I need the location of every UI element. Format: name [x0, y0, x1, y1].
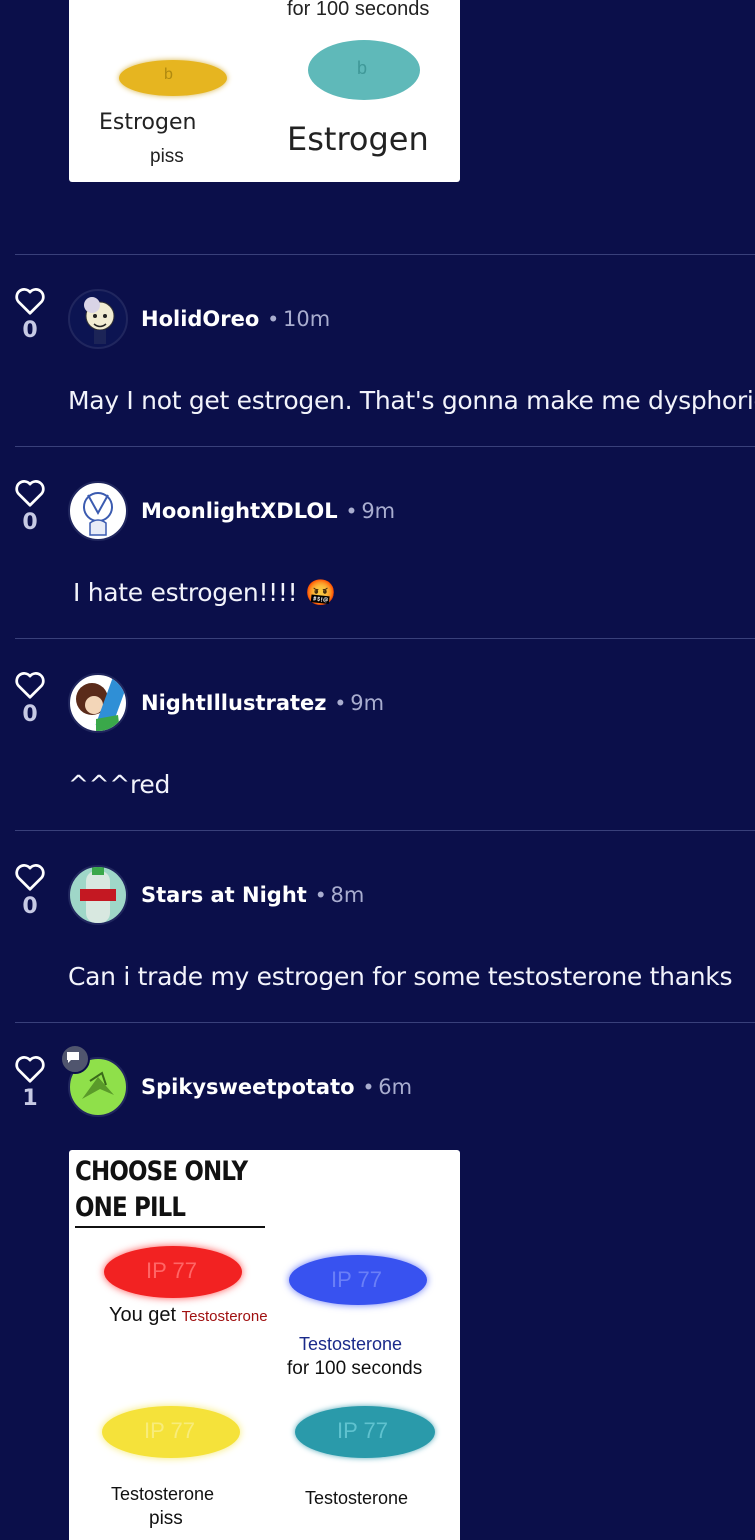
yellow-pill: IP 77	[102, 1406, 240, 1458]
like-count: 0	[22, 894, 38, 919]
divider	[15, 1022, 755, 1023]
username[interactable]: Spikysweetpotato	[141, 1075, 355, 1099]
comment-meta: HolidOreo • 10m	[141, 306, 330, 332]
like-button[interactable]: 1	[12, 1054, 48, 1111]
comment-text: Can i trade my estrogen for some testost…	[68, 962, 733, 991]
username[interactable]: MoonlightXDLOL	[141, 499, 338, 523]
yellow-pill-label: Testosterone	[111, 1484, 215, 1504]
teal-pill: IP 77	[295, 1406, 435, 1458]
comment-item: 0 HolidOreo • 10m May I not get estrogen. …	[0, 286, 755, 476]
separator-dot: •	[347, 498, 356, 523]
comment-item: 0 MoonlightXDLOL • 9m I hate estrogen!!!! …	[0, 478, 755, 668]
like-count: 1	[22, 1086, 38, 1111]
avatar-image	[83, 492, 113, 536]
chat-bubble-icon	[60, 1044, 90, 1074]
heart-outline-icon[interactable]	[13, 670, 47, 700]
username[interactable]: NightIllustratez	[141, 691, 327, 715]
avatar-image	[84, 297, 115, 344]
pill-left-label: Estrogen	[99, 110, 197, 135]
divider	[15, 830, 755, 831]
separator-dot: •	[269, 306, 278, 331]
pill-imprint: IP 77	[146, 1258, 197, 1283]
pill-imprint: IP 77	[144, 1418, 195, 1443]
testosterone-pill-image[interactable]: CHOOSE ONLY ONE PILL IP 77 IP 77 You get…	[69, 1150, 460, 1540]
image-title-line2: ONE PILL	[75, 1192, 186, 1223]
separator-dot: •	[316, 882, 325, 907]
timestamp: 9m	[361, 499, 396, 523]
red-pill-label-word: Testosterone	[181, 1308, 268, 1325]
blue-pill-label: Testosterone	[299, 1334, 403, 1354]
red-pill: IP 77	[104, 1246, 242, 1298]
like-count: 0	[22, 510, 38, 535]
timestamp: 9m	[350, 691, 385, 715]
avatar[interactable]	[68, 673, 128, 733]
red-pill-label: You get Testosterone	[109, 1304, 268, 1327]
like-count: 0	[22, 702, 38, 727]
avatar-image	[80, 867, 116, 923]
divider	[15, 254, 755, 255]
red-pill-label-prefix: You get	[109, 1304, 177, 1326]
timestamp: 10m	[283, 307, 331, 331]
divider	[15, 638, 755, 639]
avatar[interactable]	[68, 289, 128, 349]
like-button[interactable]: 0	[12, 286, 48, 343]
separator-dot: •	[364, 1074, 373, 1099]
pill-left-sublabel: piss	[150, 146, 184, 167]
comment-meta: MoonlightXDLOL • 9m	[141, 498, 395, 524]
pill-right-label: Estrogen	[287, 120, 429, 158]
timestamp: 8m	[330, 883, 365, 907]
teal-pill: b	[308, 40, 420, 100]
comment-item: 0 NightIllustratez • 9m ^^^red	[0, 670, 755, 860]
pill-imprint: IP 77	[331, 1267, 382, 1292]
title-underline	[75, 1226, 265, 1228]
heart-outline-icon[interactable]	[13, 1054, 47, 1084]
username[interactable]: Stars at Night	[141, 883, 307, 907]
pill-imprint: IP 77	[337, 1418, 388, 1443]
like-button[interactable]: 0	[12, 862, 48, 919]
divider	[15, 446, 755, 447]
comment-meta: Spikysweetpotato • 6m	[141, 1074, 412, 1100]
heart-outline-icon[interactable]	[13, 862, 47, 892]
avatar-image	[76, 677, 126, 731]
image-caption-top: for 100 seconds	[287, 0, 430, 20]
like-button[interactable]: 0	[12, 670, 48, 727]
heart-outline-icon[interactable]	[13, 478, 47, 508]
like-button[interactable]: 0	[12, 478, 48, 535]
comment-item: 0 Stars at Night • 8m Can i trade my estro…	[0, 862, 755, 1052]
comment-text: May I not get estrogen. That's gonna mak…	[68, 386, 755, 415]
avatar[interactable]	[68, 865, 128, 925]
comment-meta: Stars at Night • 8m	[141, 882, 364, 908]
estrogen-pill-image[interactable]: for 100 seconds b b Estrogen piss Estrog…	[69, 0, 460, 182]
blue-pill: IP 77	[289, 1255, 427, 1305]
like-count: 0	[22, 318, 38, 343]
timestamp: 6m	[378, 1075, 413, 1099]
avatar[interactable]	[68, 481, 128, 541]
separator-dot: •	[336, 690, 345, 715]
blue-pill-sublabel: for 100 seconds	[287, 1358, 423, 1379]
comment-meta: NightIllustratez • 9m	[141, 690, 384, 716]
heart-outline-icon[interactable]	[13, 286, 47, 316]
comment-text: ^^^red	[68, 770, 171, 799]
comments-page: for 100 seconds b b Estrogen piss Estrog…	[0, 0, 755, 1540]
comment-text: I hate estrogen!!!! 🤬	[73, 578, 336, 607]
username[interactable]: HolidOreo	[141, 307, 259, 331]
image-title-line1: CHOOSE ONLY	[75, 1156, 248, 1187]
yellow-pill: b	[119, 60, 227, 96]
yellow-pill-sublabel: piss	[149, 1508, 183, 1529]
teal-pill-label: Testosterone	[305, 1488, 409, 1508]
